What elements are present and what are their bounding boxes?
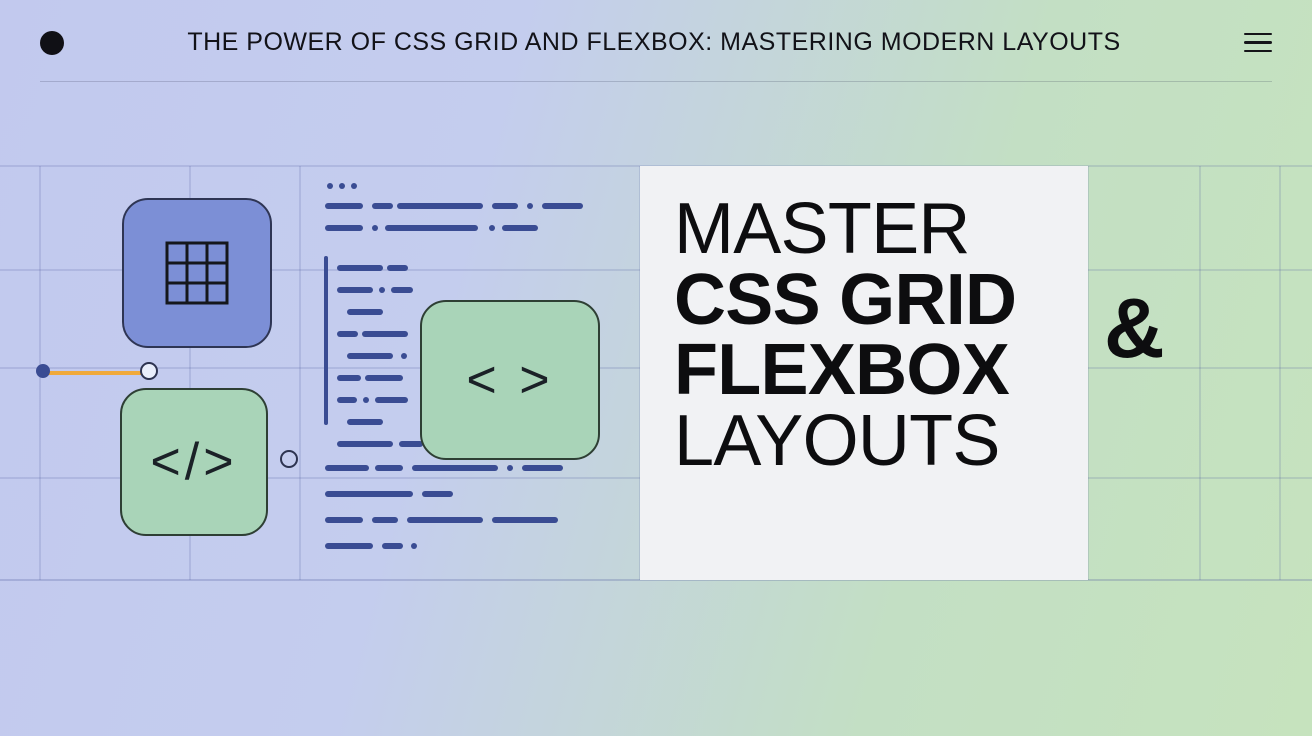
menu-button[interactable] bbox=[1244, 33, 1272, 53]
page-title: THE POWER OF CSS GRID AND FLEXBOX: MASTE… bbox=[64, 28, 1244, 57]
hero-line-3: FLEXBOX bbox=[674, 335, 1054, 406]
code-angles-icon: < > bbox=[466, 350, 553, 410]
ampersand-glyph: & bbox=[1104, 280, 1165, 377]
burger-line-icon bbox=[1244, 41, 1272, 44]
code-close-icon: </> bbox=[150, 432, 237, 492]
logo-dot-icon bbox=[40, 31, 64, 55]
header-bar: THE POWER OF CSS GRID AND FLEXBOX: MASTE… bbox=[40, 28, 1272, 82]
hero-line-1: MASTER bbox=[674, 194, 1054, 265]
burger-line-icon bbox=[1244, 33, 1272, 36]
slider-decor bbox=[40, 368, 290, 376]
hero-line-4: LAYOUTS bbox=[674, 406, 1054, 477]
slider-track-icon bbox=[40, 371, 150, 375]
floating-ring-icon bbox=[280, 450, 298, 468]
slider-handle-icon bbox=[140, 362, 158, 380]
burger-line-icon bbox=[1244, 50, 1272, 53]
code-card-closing: </> bbox=[120, 388, 268, 536]
hero-stage: </> bbox=[0, 160, 1312, 600]
slider-start-dot-icon bbox=[36, 364, 50, 378]
hero-line-2: CSS GRID bbox=[674, 265, 1054, 336]
grid-icon bbox=[165, 241, 229, 305]
hero-text-panel: MASTER CSS GRID FLEXBOX LAYOUTS bbox=[640, 166, 1088, 580]
grid-card bbox=[122, 198, 272, 348]
code-card-angles: < > bbox=[420, 300, 600, 460]
